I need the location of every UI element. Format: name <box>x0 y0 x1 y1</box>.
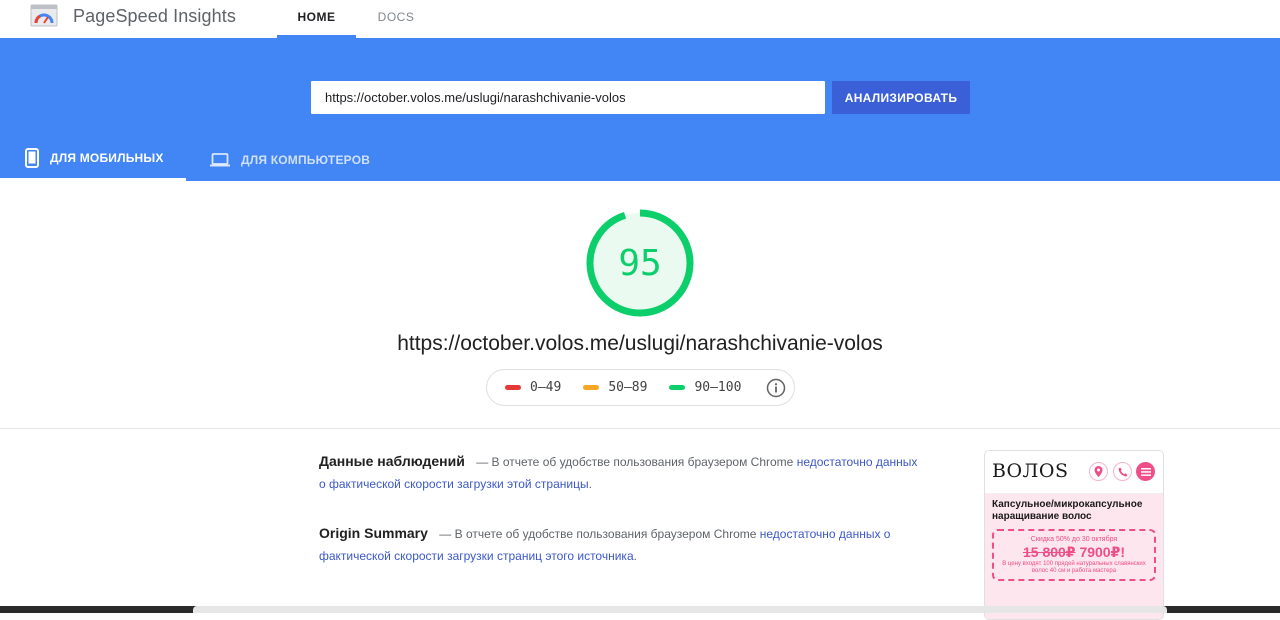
info-icon[interactable] <box>766 378 786 398</box>
origin-summary-section: Origin Summary — В отчете об удобстве по… <box>319 522 919 567</box>
origin-summary-text: В отчете об удобстве пользования браузер… <box>454 527 757 541</box>
origin-summary-title: Origin Summary <box>319 525 428 541</box>
legend-range: 0–49 <box>530 380 562 395</box>
legend-item-fail: 0–49 <box>505 380 561 395</box>
tab-desktop[interactable]: ДЛЯ КОМПЬЮТЕРОВ <box>210 138 390 181</box>
legend-range: 90–100 <box>694 380 742 395</box>
score-value: 95 <box>618 242 662 284</box>
legend-item-average: 50–89 <box>583 380 647 395</box>
top-header: PageSpeed Insights HOME DOCS <box>0 0 1280 38</box>
page-screenshot-thumbnail: ВОЛОS Капсульное/микрокапсульное наращив… <box>984 450 1164 620</box>
promo-price: 15 800₽ 7900₽! <box>998 544 1150 561</box>
legend-item-pass: 90–100 <box>669 380 741 395</box>
thumbnail-promo: Скидка 50% до 30 октября 15 800₽ 7900₽! … <box>992 529 1156 581</box>
origin-summary-dash: — <box>439 527 452 541</box>
promo-subtitle: Скидка 50% до 30 октября <box>1030 536 1118 543</box>
thumbnail-body: Капсульное/микрокапсульное наращивание в… <box>985 494 1163 619</box>
bottom-pane <box>193 606 1167 613</box>
divider <box>0 428 1280 429</box>
smartphone-icon <box>25 148 39 168</box>
field-data-text: В отчете об удобстве пользования браузер… <box>491 455 794 469</box>
bottom-browser-strip <box>0 606 1280 613</box>
performance-score-gauge: 95 <box>585 208 695 318</box>
location-pin-icon <box>1089 462 1108 481</box>
legend-bar-orange <box>583 385 600 390</box>
thumbnail-heading: Капсульное/микрокапсульное наращивание в… <box>992 499 1143 522</box>
search-band: АНАЛИЗИРОВАТЬ ДЛЯ МОБИЛЬНЫХ ДЛЯ КОМПЬЮТЕ… <box>0 38 1280 181</box>
legend-bar-red <box>505 385 521 390</box>
field-data-section: Данные наблюдений — В отчете об удобстве… <box>319 450 919 495</box>
app-title[interactable]: PageSpeed Insights <box>73 6 236 27</box>
tab-home[interactable]: HOME <box>277 0 356 38</box>
promo-note: В цену входят 100 прядей натуральных сла… <box>1002 561 1146 574</box>
score-legend: 0–49 50–89 90–100 <box>486 369 795 406</box>
origin-summary-tail: . <box>633 549 637 563</box>
tab-desktop-label: ДЛЯ КОМПЬЮТЕРОВ <box>241 152 371 167</box>
thumbnail-brand-logo: ВОЛОS <box>992 460 1069 482</box>
field-data-title: Данные наблюдений <box>319 453 465 469</box>
tested-url: https://october.volos.me/uslugi/narashch… <box>397 332 883 355</box>
promo-old-price: 15 800₽ <box>1022 544 1076 560</box>
tab-mobile-label: ДЛЯ МОБИЛЬНЫХ <box>50 151 164 165</box>
field-data-dash: — <box>476 455 489 469</box>
legend-bar-green <box>669 385 686 390</box>
legend-range: 50–89 <box>608 380 648 395</box>
field-data-tail: . <box>588 477 592 491</box>
tab-mobile[interactable]: ДЛЯ МОБИЛЬНЫХ <box>0 138 186 181</box>
laptop-icon <box>210 152 230 167</box>
thumbnail-header: ВОЛОS <box>985 451 1163 494</box>
promo-new-price: 7900₽! <box>1079 544 1125 560</box>
tab-docs[interactable]: DOCS <box>360 0 432 38</box>
menu-icon <box>1136 462 1155 481</box>
pagespeed-logo-icon[interactable] <box>30 4 58 28</box>
analyze-button[interactable]: АНАЛИЗИРОВАТЬ <box>832 81 970 114</box>
url-input[interactable] <box>311 81 825 114</box>
phone-icon <box>1113 462 1132 481</box>
